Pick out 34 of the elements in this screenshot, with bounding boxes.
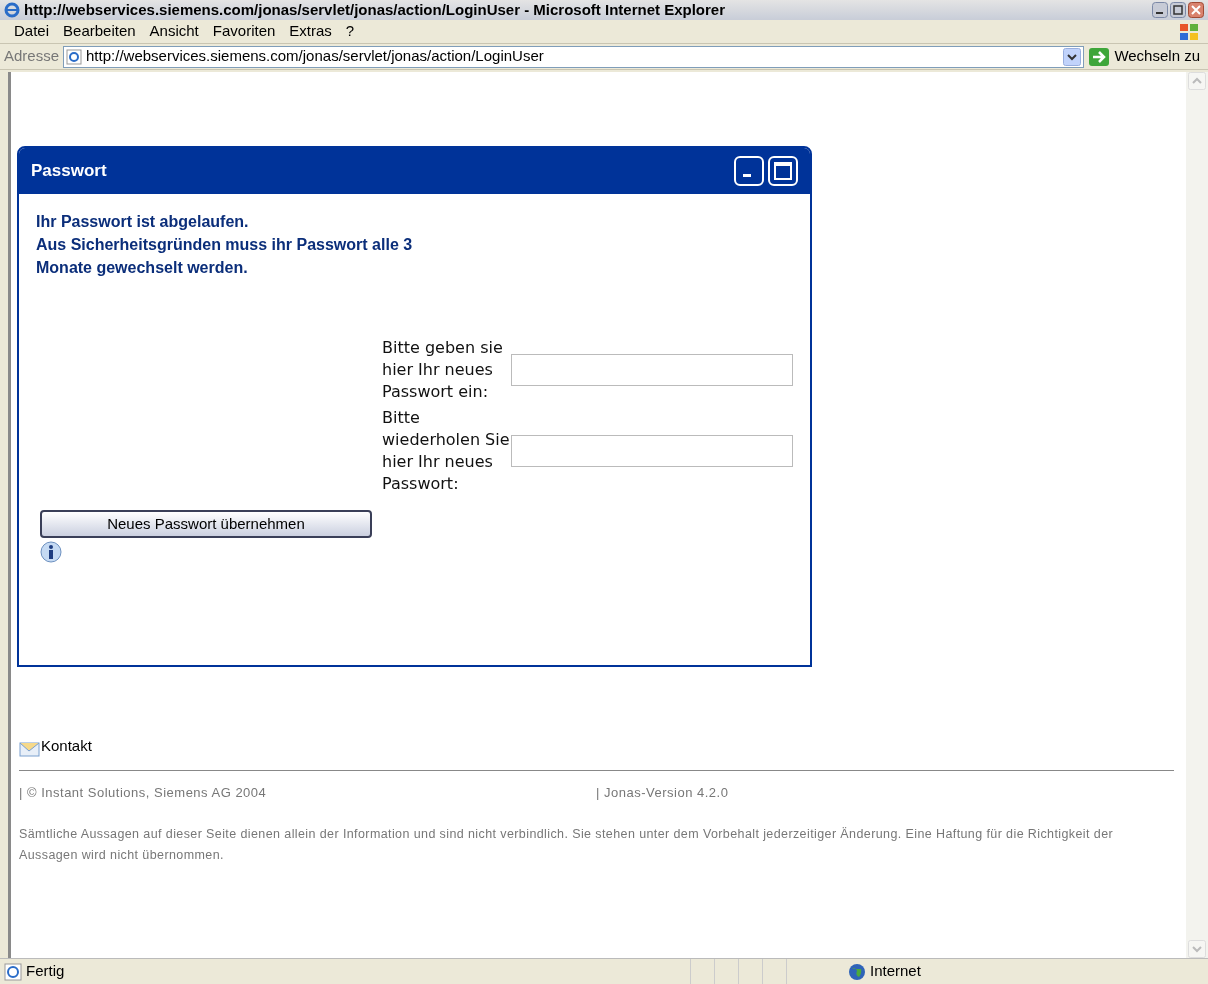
version-text: | Jonas-Version 4.2.0 [596, 783, 729, 802]
disclaimer-text: Sämtliche Aussagen auf dieser Seite dienen allein der Information und sind nicht verbindlich. Sie stehen unter dem Vorbehalt jederzeitiger Änderung. Eine Haftung für die Richtigkeit der Aussagen wird nicht übernommen. [19, 826, 1115, 864]
windows-logo-icon [1178, 21, 1200, 42]
zone-text: Internet [870, 961, 921, 982]
copyright-text: | © Instant Solutions, Siemens AG 2004 [19, 783, 268, 802]
panel-title: Passwort [31, 160, 108, 183]
password-field[interactable] [511, 354, 793, 386]
password-field[interactable] [511, 435, 793, 467]
status-text: Fertig [26, 961, 66, 982]
contact-link[interactable]: Kontakt [41, 735, 92, 758]
field-label: Bitte geben sie hier Ihr neues Passwort ein: [382, 337, 504, 403]
page-icon [4, 962, 22, 981]
globe-icon [848, 962, 866, 981]
menu-item[interactable]: Datei [8, 20, 56, 43]
message-text: Aus Sicherheitsgründen muss ihr Passwort alle 3 [36, 235, 413, 255]
info-icon[interactable] [38, 540, 64, 566]
address-field[interactable]: http://webservices.siemens.com/jonas/servlet/jonas/action/LoginUser [63, 45, 1085, 68]
message-text: Monate gewechselt werden. [36, 258, 248, 278]
menu-item[interactable]: Ansicht [143, 20, 205, 43]
menu-item[interactable]: Extras [283, 20, 338, 43]
menu-item[interactable]: ? [339, 20, 361, 43]
window-title: http://webservices.siemens.com/jonas/servlet/jonas/action/LoginUser - Microsoft Internet Explorer [24, 0, 727, 20]
menu-item[interactable]: Favoriten [206, 20, 282, 43]
go-button[interactable]: Wechseln zu [1114, 45, 1204, 68]
address-label: Adresse [4, 46, 60, 67]
minimize-icon[interactable] [1152, 2, 1168, 18]
message-text: Ihr Passwort ist abgelaufen. [36, 212, 249, 232]
maximize-icon[interactable] [1170, 2, 1186, 18]
field-label: Bitte wiederholen Sie hier Ihr neues Passwort: [382, 407, 510, 495]
close-icon[interactable] [1188, 2, 1204, 18]
ie-logo-icon [4, 2, 20, 18]
menu-item[interactable]: Bearbeiten [57, 20, 142, 43]
page-icon [66, 48, 83, 65]
submit-button[interactable]: Neues Passwort übernehmen [40, 510, 372, 538]
